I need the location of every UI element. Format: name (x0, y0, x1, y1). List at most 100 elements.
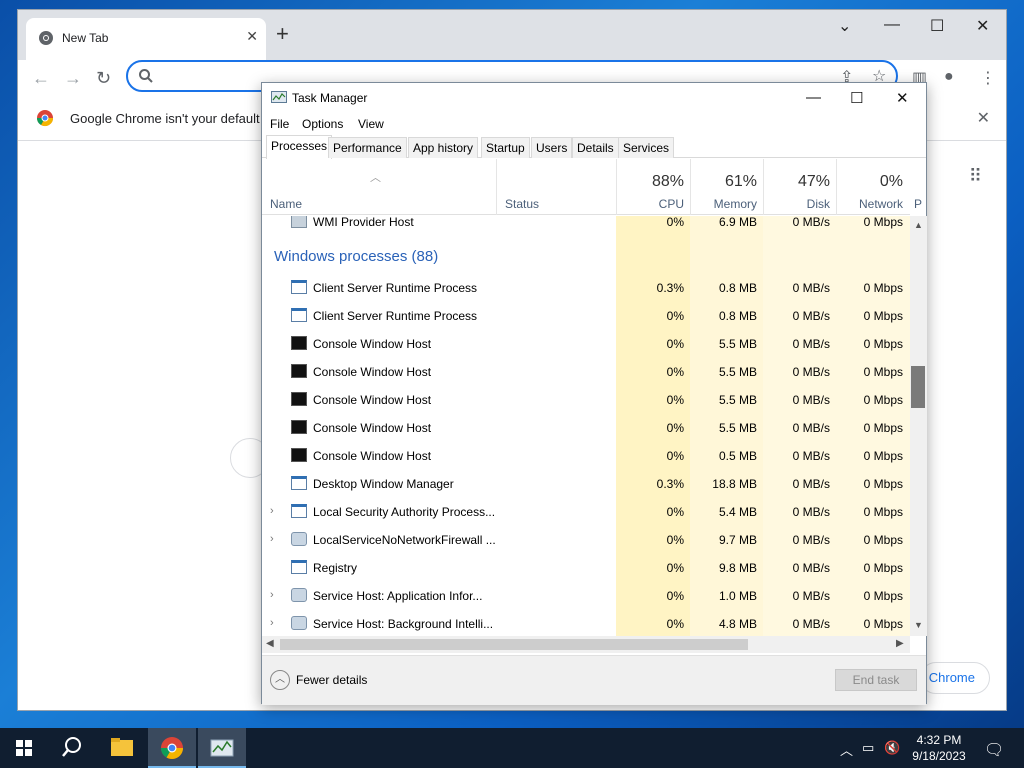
table-row[interactable]: › Service Host: Background Intelli... 0% 4.… (262, 610, 910, 636)
tray-overflow-icon[interactable]: ︿ (840, 740, 853, 759)
taskbar-clock[interactable]: 4:32 PM 9/18/2023 (906, 732, 972, 764)
tm-minimize-icon[interactable]: — (806, 89, 821, 106)
file-explorer-button[interactable] (98, 728, 146, 768)
table-row[interactable]: Console Window Host 0% 5.5 MB 0 MB/s 0 Mbps (262, 330, 910, 358)
process-cpu: 0% (666, 365, 684, 379)
table-row[interactable]: Client Server Runtime Process 0% 0.8 MB 0 M… (262, 302, 910, 330)
search-button[interactable] (48, 728, 96, 768)
table-row[interactable]: Console Window Host 0% 5.5 MB 0 MB/s 0 Mbps (262, 386, 910, 414)
volume-muted-icon[interactable]: 🔇 (884, 740, 900, 756)
chevron-up-circle-icon[interactable]: ︿ (270, 670, 290, 690)
fewer-details-link[interactable]: Fewer details (296, 673, 367, 687)
chrome-tabstrip: New Tab ✕ + ⌄ — ☐ ✕ (18, 10, 1006, 60)
chrome-tab-search-icon[interactable]: ⌄ (838, 16, 851, 36)
chrome-taskbar-button[interactable] (148, 728, 196, 768)
column-header-cpu[interactable]: 88% CPU (616, 159, 690, 215)
expand-chevron-icon[interactable]: › (270, 533, 274, 545)
chrome-minimize-icon[interactable]: — (884, 16, 900, 34)
cpu-label: CPU (658, 197, 684, 211)
set-default-button[interactable]: Chrome (919, 662, 990, 694)
scroll-left-icon[interactable]: ◀ (266, 638, 274, 649)
tab-app-history[interactable]: App history (408, 137, 479, 158)
table-row[interactable]: Console Window Host 0% 5.5 MB 0 MB/s 0 Mbps (262, 358, 910, 386)
taskbar: ︿ ▭ 🔇 4:32 PM 9/18/2023 🗨 (0, 728, 1024, 768)
process-name: Local Security Authority Process... (313, 505, 496, 519)
task-manager-taskbar-button[interactable] (198, 728, 246, 768)
chrome-close-icon[interactable]: ✕ (976, 16, 989, 36)
vertical-scrollbar[interactable]: ▲ ▼ (910, 216, 927, 636)
window-icon (291, 504, 307, 518)
wmi-icon (291, 216, 307, 228)
chrome-tab-close-icon[interactable]: ✕ (246, 28, 258, 45)
process-network: 0 Mbps (863, 561, 903, 575)
expand-chevron-icon[interactable]: › (270, 505, 274, 517)
tab-performance[interactable]: Performance (328, 137, 407, 158)
table-row[interactable]: Registry 0% 9.8 MB 0 MB/s 0 Mbps (262, 554, 910, 582)
gear-icon (291, 616, 307, 630)
reload-icon[interactable]: ↻ (96, 68, 111, 89)
profile-avatar-icon[interactable]: ● (944, 68, 954, 86)
notifications-icon[interactable]: 🗨 (984, 740, 1004, 760)
forward-icon[interactable]: → (64, 68, 82, 89)
table-row[interactable]: Console Window Host 0% 0.5 MB 0 MB/s 0 Mbps (262, 442, 910, 470)
process-network: 0 Mbps (863, 281, 903, 295)
infobar-close-icon[interactable]: ✕ (977, 108, 990, 128)
console-icon (291, 448, 307, 462)
menu-options[interactable]: Options (302, 117, 343, 131)
task-manager-title: Task Manager (292, 91, 368, 105)
scroll-up-icon[interactable]: ▲ (914, 220, 923, 230)
column-header-memory[interactable]: 61% Memory (690, 159, 763, 215)
column-header-disk[interactable]: 47% Disk (763, 159, 836, 215)
process-cpu: 0% (666, 505, 684, 519)
scroll-down-icon[interactable]: ▼ (914, 620, 923, 630)
tab-services[interactable]: Services (618, 137, 675, 158)
table-row[interactable]: › LocalServiceNoNetworkFirewall ... 0% 9.7 … (262, 526, 910, 554)
google-apps-icon[interactable]: ⠿ (969, 166, 982, 187)
chrome-menu-icon[interactable]: ⋮ (980, 68, 996, 88)
process-cpu: 0% (666, 533, 684, 547)
column-header-status-cell[interactable]: Status (496, 159, 616, 215)
end-task-button[interactable]: End task (835, 669, 917, 691)
expand-chevron-icon[interactable]: › (270, 589, 274, 601)
process-memory: 5.5 MB (718, 393, 757, 407)
cpu-total-pct: 88% (651, 173, 684, 190)
column-header-network[interactable]: 0% Network (836, 159, 909, 215)
vertical-scroll-thumb[interactable] (911, 366, 925, 408)
tab-users[interactable]: Users (531, 137, 573, 158)
process-name: Client Server Runtime Process (313, 281, 478, 295)
task-manager-titlebar[interactable]: Task Manager — ☐ ✕ (262, 83, 926, 113)
process-disk: 0 MB/s (792, 533, 830, 547)
back-icon[interactable]: ← (32, 68, 50, 89)
table-row[interactable]: › Service Host: Application Infor... 0% 1.0… (262, 582, 910, 610)
horizontal-scroll-thumb[interactable] (280, 639, 748, 650)
start-button[interactable] (0, 728, 48, 768)
table-row[interactable]: Desktop Window Manager 0.3% 18.8 MB 0 MB/s 0… (262, 470, 910, 498)
expand-chevron-icon[interactable]: › (270, 617, 274, 629)
horizontal-scrollbar[interactable]: ◀ ▶ (262, 636, 910, 653)
sort-ascending-icon: ︿ (370, 172, 381, 184)
tab-details[interactable]: Details (572, 137, 619, 158)
tm-close-icon[interactable]: ✕ (896, 89, 909, 107)
menu-file[interactable]: File (270, 117, 289, 131)
column-header-name[interactable]: Name (270, 197, 302, 211)
chrome-tab-new-tab[interactable]: New Tab ✕ (26, 18, 266, 60)
process-cpu: 0% (666, 337, 684, 351)
table-row[interactable]: WMI Provider Host 0% 6.9 MB 0 MB/s 0 Mbp… (262, 216, 910, 236)
window-icon (291, 476, 307, 490)
process-network: 0 Mbps (863, 533, 903, 547)
network-status-icon[interactable]: ▭ (862, 740, 874, 756)
tab-startup[interactable]: Startup (481, 137, 530, 158)
tm-menubar: File Options View (262, 113, 926, 135)
table-row[interactable]: › Local Security Authority Process... 0% 5.… (262, 498, 910, 526)
chrome-maximize-icon[interactable]: ☐ (930, 16, 944, 36)
tab-processes[interactable]: Processes (266, 135, 333, 159)
table-row[interactable]: Console Window Host 0% 5.5 MB 0 MB/s 0 Mbps (262, 414, 910, 442)
scroll-right-icon[interactable]: ▶ (896, 638, 904, 649)
menu-view[interactable]: View (358, 117, 384, 131)
tm-maximize-icon[interactable]: ☐ (850, 89, 863, 107)
search-icon (139, 69, 153, 83)
group-header-windows-processes[interactable]: Windows processes (88) (274, 248, 438, 265)
column-header-power-partial[interactable]: P (914, 197, 922, 211)
new-tab-button[interactable]: + (276, 23, 289, 45)
table-row[interactable]: Client Server Runtime Process 0.3% 0.8 MB 0… (262, 274, 910, 302)
